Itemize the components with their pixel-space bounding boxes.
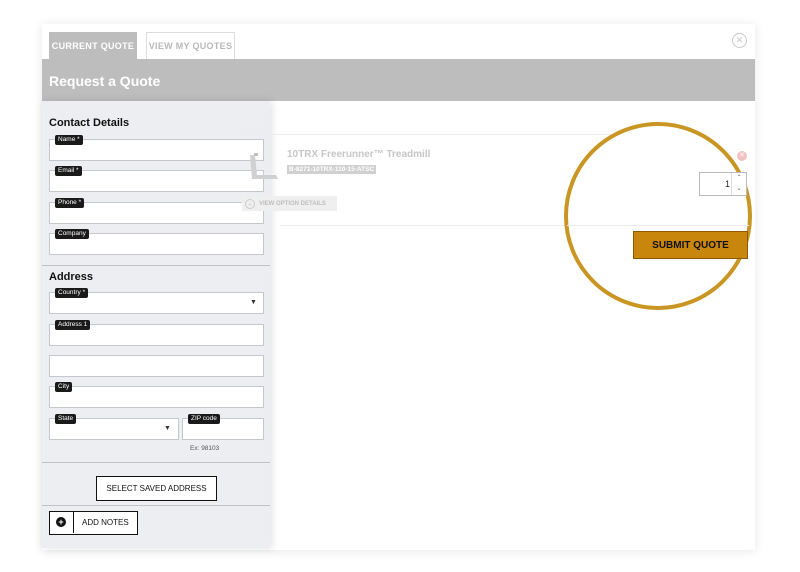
product-sku: B-8271-10TRX-110-15-ATSC (287, 165, 377, 174)
zip-label: ZIP code (188, 414, 220, 424)
section-divider (42, 265, 270, 266)
chevron-down-icon: ⌄ (245, 198, 255, 209)
address2-field[interactable] (49, 355, 264, 377)
zip-hint: Ex: 98103 (190, 445, 220, 452)
quantity-stepper[interactable]: 1 ⌃ ⌄ (699, 172, 747, 196)
quantity-value[interactable]: 1 (700, 179, 730, 189)
chevron-down-icon: ▼ (164, 425, 171, 432)
tab-view-my-quotes[interactable]: VIEW MY QUOTES (146, 32, 235, 59)
product-name: 10TRX Freerunner™ Treadmill (287, 149, 431, 160)
add-notes-label: ADD NOTES (82, 518, 129, 527)
state-label: State (55, 414, 77, 424)
city-field[interactable] (49, 386, 264, 408)
address-heading: Address (49, 271, 94, 283)
chevron-down-icon[interactable]: ⌄ (732, 184, 746, 195)
phone-label: Phone * (55, 198, 85, 208)
contact-details-heading: Contact Details (49, 117, 130, 129)
header-band: Request a Quote (42, 59, 755, 101)
submit-quote-button[interactable]: SUBMIT QUOTE (633, 231, 748, 259)
page-title: Request a Quote (49, 73, 161, 89)
treadmill-icon (250, 153, 278, 179)
section-divider (42, 505, 270, 506)
country-label: Country * (55, 288, 89, 298)
remove-icon[interactable]: ✕ (737, 151, 747, 161)
tab-current-quote[interactable]: CURRENT QUOTE (49, 32, 137, 59)
name-label: Name * (55, 135, 83, 145)
email-label: Email * (55, 166, 82, 176)
select-saved-address-button[interactable]: SELECT SAVED ADDRESS (96, 476, 217, 501)
option-details-label: VIEW OPTION DETAILS (259, 200, 326, 207)
add-notes-button[interactable]: + ADD NOTES (49, 511, 138, 535)
close-icon[interactable]: ✕ (732, 33, 747, 48)
company-label: Company (55, 229, 89, 239)
notes-icon-box: + (50, 512, 74, 533)
chevron-up-icon[interactable]: ⌃ (732, 173, 746, 184)
item-bottom-divider (567, 225, 749, 226)
view-option-details-button[interactable]: ⌄ VIEW OPTION DETAILS (242, 196, 337, 211)
item-bottom-divider (280, 225, 564, 226)
city-label: City (55, 382, 73, 392)
chevron-down-icon: ▼ (250, 299, 257, 306)
plus-circle-icon: + (56, 517, 66, 527)
quantity-arrows: ⌃ ⌄ (731, 173, 746, 195)
address1-label: Address 1 (55, 320, 91, 330)
highlight-ring (564, 122, 752, 310)
section-divider (42, 462, 270, 463)
